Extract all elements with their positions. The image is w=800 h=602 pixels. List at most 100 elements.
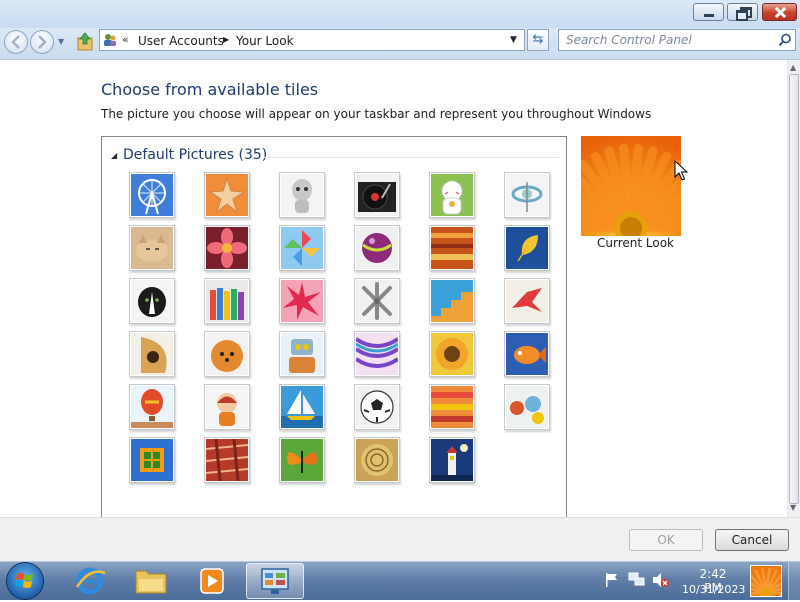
tile-soccer-ball[interactable]: [354, 384, 400, 430]
title-bar[interactable]: [0, 0, 800, 28]
tile-jacks[interactable]: [354, 278, 400, 324]
sunflower-icon: [431, 333, 473, 375]
yarn-icon: [356, 333, 398, 375]
refresh-icon: ⇆: [532, 32, 544, 47]
start-button[interactable]: [7, 563, 43, 599]
search-input[interactable]: Search Control Panel: [558, 29, 796, 51]
breadcrumb-user-accounts[interactable]: User Accounts: [138, 34, 224, 48]
tile-crayons[interactable]: [204, 278, 250, 324]
tile-fish[interactable]: [504, 331, 550, 377]
tile-sailboat[interactable]: [279, 384, 325, 430]
taskbar-control-panel[interactable]: [246, 563, 304, 599]
tile-pink-flower[interactable]: [204, 225, 250, 271]
group-header[interactable]: Default Pictures (35): [123, 147, 267, 163]
red-burst-icon: [281, 280, 323, 322]
tile-lighthouse[interactable]: [429, 437, 475, 483]
robot-icon: [281, 333, 323, 375]
control-panel-icon: [261, 568, 289, 594]
dog-icon: [131, 280, 173, 322]
media-player-icon: [200, 568, 224, 594]
tile-leaf[interactable]: [504, 225, 550, 271]
tile-fabric[interactable]: [429, 225, 475, 271]
show-desktop-button[interactable]: [788, 562, 800, 600]
tile-butterfly[interactable]: [279, 437, 325, 483]
address-bar[interactable]: « User Accounts ▶ Your Look ▼: [99, 29, 525, 51]
tile-starfish[interactable]: [204, 172, 250, 218]
breadcrumb-overflow-icon[interactable]: «: [122, 33, 129, 46]
taskbar-windows-explorer[interactable]: [124, 563, 178, 599]
collapse-group-icon[interactable]: ◢: [111, 151, 117, 160]
tile-dog[interactable]: [129, 278, 175, 324]
tile-guitar[interactable]: [129, 331, 175, 377]
search-icon[interactable]: [778, 33, 792, 47]
pomeranian-icon: [206, 333, 248, 375]
tile-ferris-wheel[interactable]: [129, 172, 175, 218]
tile-ball[interactable]: [354, 225, 400, 271]
user-picture-thumbnail: [750, 565, 782, 597]
clock-date[interactable]: 10/31/2023: [682, 583, 745, 596]
action-center-flag-icon[interactable]: [604, 572, 620, 588]
restore-button[interactable]: [727, 3, 758, 21]
scroll-thumb[interactable]: [789, 74, 799, 504]
tile-balloon[interactable]: [129, 384, 175, 430]
taskbar-media-player[interactable]: [185, 563, 239, 599]
tile-ribbons[interactable]: [429, 384, 475, 430]
sailboat-icon: [281, 386, 323, 428]
tile-turntable[interactable]: [354, 172, 400, 218]
soccer-ball-icon: [356, 386, 398, 428]
fabric-icon: [431, 227, 473, 269]
tile-window[interactable]: [129, 437, 175, 483]
picture-list[interactable]: ◢ Default Pictures (35): [101, 136, 567, 517]
tile-kitten[interactable]: [129, 225, 175, 271]
stairs-icon: [431, 280, 473, 322]
minimize-button[interactable]: [693, 3, 724, 21]
back-arrow-icon: [11, 35, 20, 49]
tile-doll[interactable]: [204, 384, 250, 430]
cancel-button[interactable]: Cancel: [715, 529, 789, 551]
current-picture: [581, 136, 681, 236]
recent-pages-dropdown[interactable]: ▼: [58, 37, 68, 47]
scroll-up-icon[interactable]: ▲: [790, 63, 796, 72]
tile-stairs[interactable]: [429, 278, 475, 324]
volume-muted-icon[interactable]: [652, 572, 670, 588]
forward-arrow-icon: [38, 35, 47, 49]
tile-shell[interactable]: [354, 437, 400, 483]
address-dropdown-icon[interactable]: ▼: [510, 35, 517, 45]
current-picture-label: Current Look: [597, 236, 674, 250]
close-button[interactable]: [762, 3, 797, 21]
breadcrumb-separator-icon[interactable]: ▶: [223, 35, 229, 44]
ribbons-icon: [431, 386, 473, 428]
breadcrumb-your-look[interactable]: Your Look: [236, 34, 294, 48]
kitten-icon: [131, 227, 173, 269]
textile-icon: [206, 439, 248, 481]
taskbar-internet-explorer[interactable]: [63, 563, 117, 599]
tile-sunflower[interactable]: [429, 331, 475, 377]
windows-logo-icon: [15, 573, 33, 588]
user-accounts-icon: [104, 34, 116, 46]
mouse-cursor-icon: [674, 160, 689, 181]
tile-robot-toy[interactable]: [279, 172, 325, 218]
tile-pomeranian[interactable]: [204, 331, 250, 377]
leaf-icon: [506, 227, 548, 269]
tile-marbles[interactable]: [504, 384, 550, 430]
up-folder-icon[interactable]: [76, 32, 94, 52]
tile-red-burst[interactable]: [279, 278, 325, 324]
doll-icon: [206, 386, 248, 428]
ok-button[interactable]: OK: [629, 529, 703, 551]
navigation-bar: ▼ « User Accounts ▶ Your Look ▼ ⇆ Search…: [0, 28, 800, 60]
tile-textile[interactable]: [204, 437, 250, 483]
tile-yarn[interactable]: [354, 331, 400, 377]
tile-lucky-cat[interactable]: [429, 172, 475, 218]
fish-icon: [506, 333, 548, 375]
back-button[interactable]: [4, 30, 28, 54]
network-icon[interactable]: [628, 572, 646, 588]
refresh-button[interactable]: ⇆: [527, 29, 549, 51]
tile-robot-toy-2[interactable]: [279, 331, 325, 377]
taskbar: 2:42 PM 10/31/2023: [0, 561, 800, 600]
tile-gyroscope[interactable]: [504, 172, 550, 218]
vertical-scrollbar[interactable]: ▲ ▼: [787, 60, 800, 517]
forward-button[interactable]: [30, 30, 54, 54]
scroll-down-icon[interactable]: ▼: [790, 503, 796, 512]
tile-pinwheel[interactable]: [279, 225, 325, 271]
tile-origami[interactable]: [504, 278, 550, 324]
